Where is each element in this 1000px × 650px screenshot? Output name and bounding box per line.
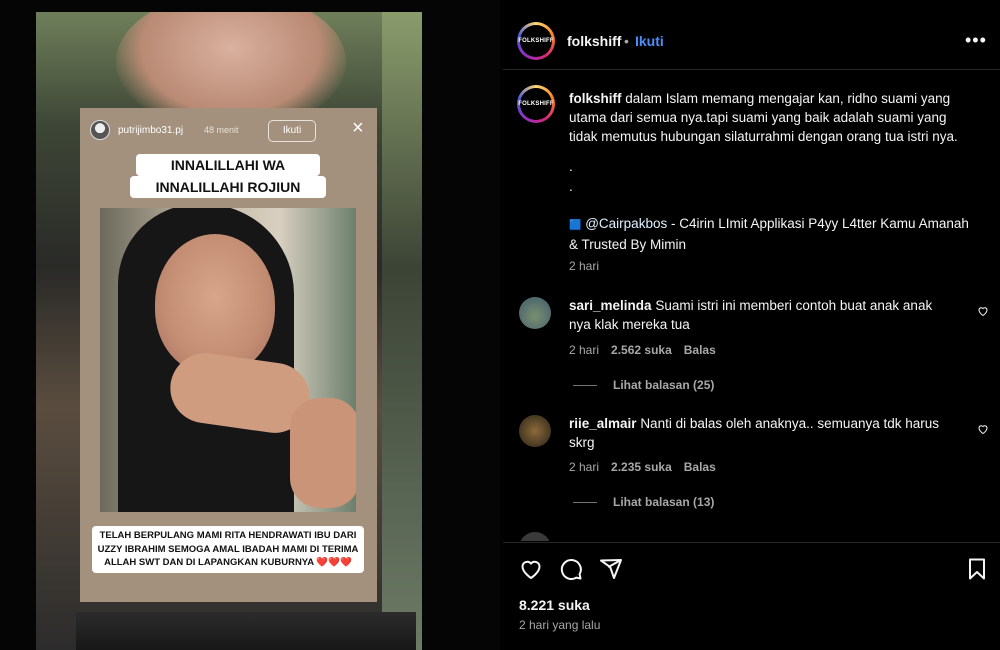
post-side-panel: FOLKSHIFF folkshiff • Ikuti ••• FOLKSHIF… <box>503 12 1000 650</box>
caption-promo: 🟦 @Cairpakbos - C4irin LImit Applikasi P… <box>569 214 969 254</box>
post-actions: 8.221 suka 2 hari yang lalu <box>503 542 1000 650</box>
post-media[interactable]: putrijimbo31.pj 48 menit Ikuti × INNALIL… <box>36 12 422 650</box>
story-bottom-caption: TELAH BERPULANG MAMI RITA HENDRAWATI IBU… <box>92 526 364 573</box>
view-replies-label: Lihat balasan (13) <box>613 495 715 509</box>
comment-icon[interactable] <box>559 557 583 581</box>
caption-avatar[interactable]: FOLKSHIFF <box>517 85 555 123</box>
story-avatar <box>90 120 110 140</box>
follow-button[interactable]: Ikuti <box>635 33 664 49</box>
story-follow-button: Ikuti <box>268 120 316 142</box>
author-avatar-text: FOLKSHIFF <box>518 24 554 58</box>
caption: folkshiff dalam Islam memang mengajar ka… <box>569 89 969 146</box>
caption-avatar-text: FOLKSHIFF <box>518 87 554 121</box>
commenter-avatar-partial[interactable] <box>519 532 551 541</box>
promo-emoji: 🟦 <box>569 220 582 231</box>
share-icon[interactable] <box>599 557 623 581</box>
view-replies-button[interactable]: Lihat balasan (13) <box>573 495 714 509</box>
post-header: FOLKSHIFF folkshiff • Ikuti ••• <box>503 12 1000 70</box>
comment-body: sari_melinda Suami istri ini memberi con… <box>569 296 949 334</box>
comment-username[interactable]: sari_melinda <box>569 298 652 313</box>
story-photo <box>100 208 356 512</box>
commenter-avatar[interactable] <box>519 297 551 329</box>
heart-icon[interactable] <box>519 557 543 581</box>
view-replies-button[interactable]: Lihat balasan (25) <box>573 378 714 392</box>
story-header: putrijimbo31.pj 48 menit Ikuti × <box>80 108 377 152</box>
reply-button[interactable]: Balas <box>684 460 716 474</box>
story-username: putrijimbo31.pj <box>118 125 184 136</box>
promo-mention-link[interactable]: @Cairpakbos <box>585 216 667 231</box>
story-headline-2: INNALILLAHI ROJIUN <box>130 176 326 198</box>
comment-time: 2 hari <box>569 343 600 357</box>
author-username[interactable]: folkshiff <box>567 33 621 49</box>
story-screenshot: putrijimbo31.pj 48 menit Ikuti × INNALIL… <box>80 108 377 602</box>
comment-like-heart-icon[interactable] <box>977 423 989 435</box>
photo-face <box>155 234 275 374</box>
comment-meta: 2 hari 2.562 suka Balas <box>569 343 728 357</box>
comment-likes[interactable]: 2.235 suka <box>611 460 672 474</box>
photo-arm <box>290 398 356 508</box>
comment-likes[interactable]: 2.562 suka <box>611 343 672 357</box>
view-replies-label: Lihat balasan (25) <box>613 378 715 392</box>
caption-text: dalam Islam memang mengajar kan, ridho s… <box>569 91 958 144</box>
replies-divider <box>573 385 597 387</box>
bookmark-icon[interactable] <box>965 557 989 581</box>
story-time: 48 menit <box>204 125 239 135</box>
comments-section[interactable]: FOLKSHIFF folkshiff dalam Islam memang m… <box>503 71 1000 541</box>
reply-button[interactable]: Balas <box>684 343 716 357</box>
replies-divider <box>573 502 597 504</box>
background-scenery <box>382 12 422 650</box>
story-headline-1: INNALILLAHI WA <box>136 154 320 176</box>
commenter-avatar[interactable] <box>519 415 551 447</box>
caption-time: 2 hari <box>569 259 600 273</box>
posted-time: 2 hari yang lalu <box>519 618 601 632</box>
comment-like-heart-icon[interactable] <box>977 305 989 317</box>
comment-meta: 2 hari 2.235 suka Balas <box>569 460 728 474</box>
comment-username[interactable]: riie_almair <box>569 416 637 431</box>
caption-username[interactable]: folkshiff <box>569 91 622 106</box>
author-avatar[interactable]: FOLKSHIFF <box>517 22 555 60</box>
likes-count[interactable]: 8.221 suka <box>519 597 590 613</box>
separator-dot: • <box>624 33 629 49</box>
comment-time: 2 hari <box>569 460 600 474</box>
caption-dot-1: . <box>569 159 573 174</box>
caption-dot-2: . <box>569 179 573 194</box>
comment-body: riie_almair Nanti di balas oleh anaknya.… <box>569 414 949 452</box>
background-lower <box>76 612 416 650</box>
close-icon: × <box>352 117 364 139</box>
more-options-icon[interactable]: ••• <box>965 30 987 51</box>
